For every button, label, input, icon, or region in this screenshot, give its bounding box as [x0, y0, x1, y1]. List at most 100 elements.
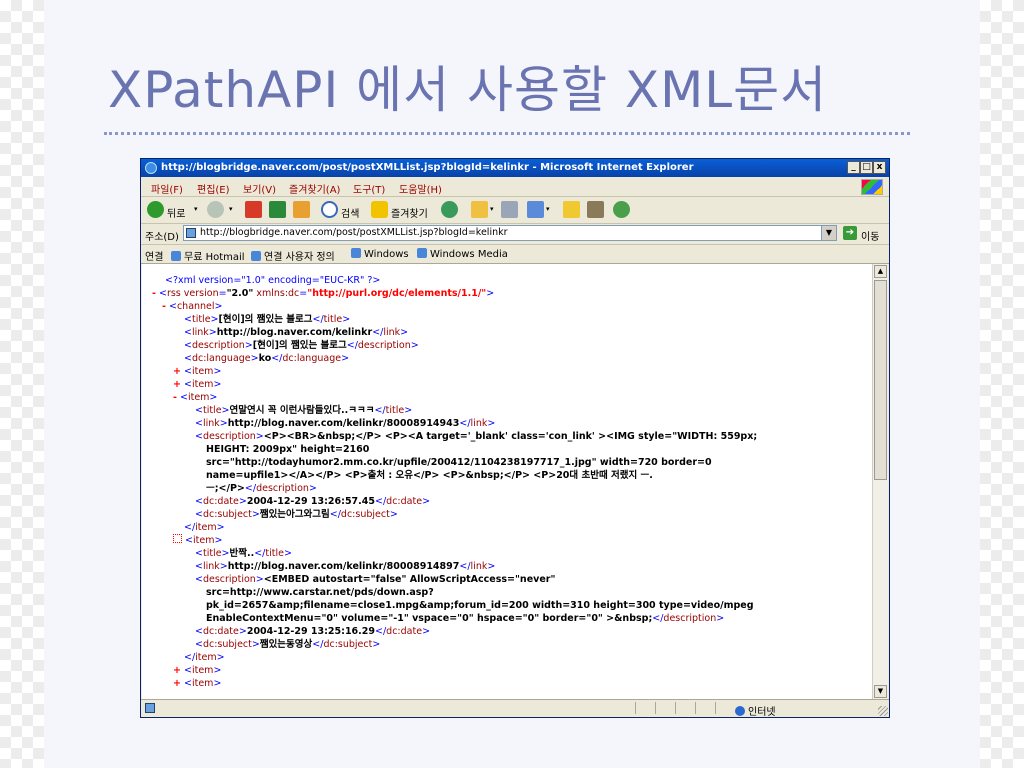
xml-line-item1-close: </item> [184, 522, 225, 533]
menu-view[interactable]: 보기(V) [243, 181, 276, 196]
xml-line-item2-description: <description><EMBED autostart="false" Al… [195, 574, 556, 585]
maximize-button[interactable]: □ [860, 161, 873, 174]
menu-help[interactable]: 도움말(H) [399, 181, 442, 196]
collapse-toggle[interactable]: - [152, 288, 156, 299]
xml-line-rss: - <rss version="2.0" xmlns:dc="http://pu… [152, 288, 495, 299]
mail-button[interactable]: ▾ [471, 201, 499, 219]
scroll-thumb[interactable] [874, 280, 887, 480]
research-button[interactable] [587, 201, 605, 219]
discuss-button[interactable] [563, 201, 581, 219]
status-segment [695, 702, 712, 714]
status-segment [635, 702, 652, 714]
link-windows[interactable]: Windows [351, 248, 409, 260]
xml-line-item2-close: </item> [184, 652, 225, 663]
close-button[interactable]: x [873, 161, 886, 174]
xml-line-item1-link: <link>http://blog.naver.com/kelinkr/8000… [195, 418, 496, 429]
print-icon [501, 201, 518, 218]
xml-line-item-open-focused: <item> [173, 534, 222, 547]
xml-line-item-collapsed: + <item> [173, 379, 222, 390]
edit-icon [527, 201, 544, 218]
status-segment [675, 702, 692, 714]
link-page-icon [251, 251, 261, 261]
mail-dropdown-icon[interactable]: ▾ [490, 205, 494, 213]
address-input[interactable]: http://blogbridge.naver.com/post/postXML… [183, 225, 837, 241]
expand-toggle[interactable]: + [173, 665, 181, 676]
xml-line-item1-subject: <dc:subject>쨈있는아그와그림</dc:subject> [195, 509, 398, 520]
print-button[interactable] [501, 201, 519, 219]
search-button[interactable]: 검색 [321, 201, 367, 220]
research-icon [587, 201, 604, 218]
home-button[interactable] [293, 201, 311, 219]
refresh-button[interactable] [269, 201, 287, 219]
menu-bar: 파일(F) 편집(E) 보기(V) 즐겨찾기(A) 도구(T) 도움말(H) [141, 178, 889, 197]
vertical-scrollbar[interactable]: ▲ ▼ [872, 264, 888, 699]
favorites-star-icon [371, 201, 388, 218]
links-bar: 연결 무료 Hotmail 연결 사용자 정의 Windows Windows … [141, 245, 889, 264]
xml-line-item2-description-end: EnableContextMenu="0" volume="-1" vspace… [206, 613, 725, 624]
back-dropdown-icon[interactable]: ▾ [194, 205, 198, 213]
link-page-icon [171, 251, 181, 261]
edit-dropdown-icon[interactable]: ▾ [546, 205, 550, 213]
forward-dropdown-icon[interactable]: ▾ [229, 205, 233, 213]
forward-button[interactable]: ▾ [207, 201, 239, 219]
back-button[interactable]: 뒤로 ▾ [147, 201, 205, 220]
go-arrow-icon[interactable]: ➔ [843, 226, 857, 240]
status-segment [715, 702, 732, 714]
xml-line-item1-description-cont: HEIGHT: 2009px" height=2160 [206, 444, 370, 455]
favorites-button[interactable]: 즐겨찾기 [371, 201, 435, 220]
window-title: http://blogbridge.naver.com/post/postXML… [161, 162, 694, 173]
address-label: 주소(D) [145, 232, 179, 243]
link-hotmail-label: 무료 Hotmail [184, 252, 245, 263]
history-icon [441, 201, 458, 218]
menu-tools[interactable]: 도구(T) [353, 181, 385, 196]
link-windows-media[interactable]: Windows Media [417, 248, 508, 260]
xml-line-channel-language: <dc:language>ko</dc:language> [184, 353, 350, 364]
xml-line-item-collapsed: + <item> [173, 678, 222, 689]
scroll-up-icon[interactable]: ▲ [874, 265, 887, 278]
stop-button[interactable] [245, 201, 263, 219]
xml-line-item1-date: <dc:date>2004-12-29 13:26:57.45</dc:date… [195, 496, 431, 507]
status-bar: 인터넷 [141, 699, 889, 718]
address-dropdown-icon[interactable]: ▼ [821, 226, 836, 240]
page-content[interactable]: <?xml version="1.0" encoding="EUC-KR" ?>… [142, 264, 872, 699]
window-titlebar[interactable]: http://blogbridge.naver.com/post/postXML… [141, 159, 889, 177]
xml-line-channel-link: <link>http://blog.naver.com/kelinkr</lin… [184, 327, 409, 338]
edit-button[interactable]: ▾ [527, 201, 555, 219]
collapse-toggle[interactable]: - [162, 301, 166, 312]
xml-line-item1-description: <description><P><BR>&nbsp;</P> <P><A tar… [195, 431, 758, 442]
xml-declaration: <?xml version="1.0" encoding="EUC-KR" ?> [165, 275, 381, 286]
go-button[interactable]: 이동 [861, 228, 879, 243]
history-button[interactable] [441, 201, 459, 219]
link-hotmail[interactable]: 무료 Hotmail [171, 248, 245, 263]
xml-line-item2-subject: <dc:subject>쨈있는동영상</dc:subject> [195, 639, 381, 650]
scroll-down-icon[interactable]: ▼ [874, 685, 887, 698]
expand-toggle[interactable]: + [173, 678, 181, 689]
xml-line-item-collapsed: + <item> [173, 366, 222, 377]
back-label: 뒤로 [167, 209, 186, 220]
home-icon [293, 201, 310, 218]
xml-line-item-collapsed: + <item> [173, 665, 222, 676]
discuss-icon [563, 201, 580, 218]
expand-toggle[interactable]: + [173, 379, 181, 390]
menu-edit[interactable]: 편집(E) [197, 181, 230, 196]
xml-line-item1-description-cont: src="http://todayhumor2.mm.co.kr/upfile/… [206, 457, 712, 468]
page-icon [186, 228, 196, 238]
minimize-button[interactable]: _ [847, 161, 860, 174]
link-customize[interactable]: 연결 사용자 정의 [251, 248, 335, 263]
menu-file[interactable]: 파일(F) [151, 181, 183, 196]
messenger-icon [613, 201, 630, 218]
windows-flag-icon [861, 179, 883, 195]
security-zone: 인터넷 [735, 703, 776, 718]
expand-toggle[interactable]: + [173, 366, 181, 377]
xml-line-item2-date: <dc:date>2004-12-29 13:25:16.29</dc:date… [195, 626, 431, 637]
resize-grip-icon[interactable] [878, 706, 888, 716]
messenger-button[interactable] [613, 201, 631, 219]
menu-favorites[interactable]: 즐겨찾기(A) [289, 181, 340, 196]
xml-line-channel: - <channel> [162, 301, 223, 312]
search-label: 검색 [341, 209, 360, 220]
collapse-toggle[interactable]: - [173, 392, 177, 403]
xml-line-item2-link: <link>http://blog.naver.com/kelinkr/8000… [195, 561, 496, 572]
mail-icon [471, 201, 488, 218]
back-arrow-icon [147, 201, 164, 218]
collapse-toggle[interactable] [173, 534, 182, 546]
